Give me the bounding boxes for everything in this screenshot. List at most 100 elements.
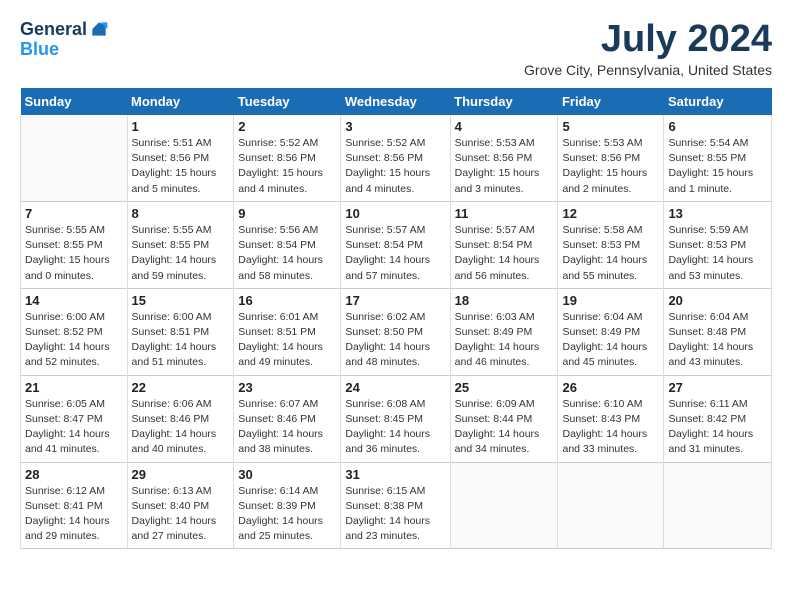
cell-week3-day0: 14 Sunrise: 6:00 AMSunset: 8:52 PMDayligh… xyxy=(21,288,128,375)
cell-week2-day5: 12Sunrise: 5:58 AMSunset: 8:53 PMDayligh… xyxy=(558,201,664,288)
cell-week4-day2: 23 Sunrise: 6:07 AMSunset: 8:46 PMDayligh… xyxy=(234,375,341,462)
week-row-2: 7Sunrise: 5:55 AMSunset: 8:55 PMDaylight… xyxy=(21,201,772,288)
cell-week2-day6: 13 Sunrise: 5:59 AMSunset: 8:53 PMDayligh… xyxy=(664,201,772,288)
cell-content: Sunrise: 6:06 AMSunset: 8:46 PMDaylight:… xyxy=(132,397,230,458)
day-number: 9 xyxy=(238,206,336,221)
day-number: 30 xyxy=(238,467,336,482)
calendar-table: SundayMondayTuesdayWednesdayThursdayFrid… xyxy=(20,88,772,549)
cell-content: Sunrise: 6:01 AMSunset: 8:51 PMDaylight:… xyxy=(238,310,336,371)
cell-week4-day1: 22 Sunrise: 6:06 AMSunset: 8:46 PMDayligh… xyxy=(127,375,234,462)
cell-week5-day5 xyxy=(558,462,664,549)
cell-content: Sunrise: 6:04 AMSunset: 8:49 PMDaylight:… xyxy=(562,310,659,371)
cell-content: Sunrise: 6:04 AMSunset: 8:48 PMDaylight:… xyxy=(668,310,767,371)
cell-week3-day5: 19Sunrise: 6:04 AMSunset: 8:49 PMDayligh… xyxy=(558,288,664,375)
logo: General Blue xyxy=(20,20,109,60)
cell-content: Sunrise: 6:08 AMSunset: 8:45 PMDaylight:… xyxy=(345,397,445,458)
cell-content: Sunrise: 6:02 AMSunset: 8:50 PMDaylight:… xyxy=(345,310,445,371)
day-number: 4 xyxy=(455,119,554,134)
cell-week1-day0 xyxy=(21,115,128,201)
cell-week5-day0: 28Sunrise: 6:12 AMSunset: 8:41 PMDayligh… xyxy=(21,462,128,549)
cell-week2-day4: 11 Sunrise: 5:57 AMSunset: 8:54 PMDayligh… xyxy=(450,201,558,288)
cell-content: Sunrise: 6:07 AMSunset: 8:46 PMDaylight:… xyxy=(238,397,336,458)
cell-content: Sunrise: 6:03 AMSunset: 8:49 PMDaylight:… xyxy=(455,310,554,371)
cell-content: Sunrise: 5:54 AMSunset: 8:55 PMDaylight:… xyxy=(668,136,767,197)
day-number: 23 xyxy=(238,380,336,395)
week-row-4: 21 Sunrise: 6:05 AMSunset: 8:47 PMDayligh… xyxy=(21,375,772,462)
logo-general-text: General xyxy=(20,20,87,40)
cell-content: Sunrise: 5:56 AMSunset: 8:54 PMDaylight:… xyxy=(238,223,336,284)
cell-week1-day1: 1 Sunrise: 5:51 AMSunset: 8:56 PMDaylight… xyxy=(127,115,234,201)
cell-content: Sunrise: 6:13 AMSunset: 8:40 PMDaylight:… xyxy=(132,484,230,545)
day-number: 12 xyxy=(562,206,659,221)
cell-week1-day2: 2 Sunrise: 5:52 AMSunset: 8:56 PMDaylight… xyxy=(234,115,341,201)
day-number: 16 xyxy=(238,293,336,308)
cell-week2-day1: 8 Sunrise: 5:55 AMSunset: 8:55 PMDaylight… xyxy=(127,201,234,288)
week-row-1: 1 Sunrise: 5:51 AMSunset: 8:56 PMDaylight… xyxy=(21,115,772,201)
logo-icon xyxy=(89,19,109,39)
cell-content: Sunrise: 6:11 AMSunset: 8:42 PMDaylight:… xyxy=(668,397,767,458)
day-number: 15 xyxy=(132,293,230,308)
cell-week3-day2: 16 Sunrise: 6:01 AMSunset: 8:51 PMDayligh… xyxy=(234,288,341,375)
cell-content: Sunrise: 5:52 AMSunset: 8:56 PMDaylight:… xyxy=(238,136,336,197)
cell-week4-day3: 24 Sunrise: 6:08 AMSunset: 8:45 PMDayligh… xyxy=(341,375,450,462)
page-header: General Blue July 2024 Grove City, Penns… xyxy=(20,20,772,78)
cell-content: Sunrise: 6:00 AMSunset: 8:52 PMDaylight:… xyxy=(25,310,123,371)
cell-week5-day2: 30Sunrise: 6:14 AMSunset: 8:39 PMDayligh… xyxy=(234,462,341,549)
cell-content: Sunrise: 6:15 AMSunset: 8:38 PMDaylight:… xyxy=(345,484,445,545)
cell-week5-day1: 29 Sunrise: 6:13 AMSunset: 8:40 PMDayligh… xyxy=(127,462,234,549)
cell-week3-day6: 20 Sunrise: 6:04 AMSunset: 8:48 PMDayligh… xyxy=(664,288,772,375)
day-number: 1 xyxy=(132,119,230,134)
cell-week1-day5: 5 Sunrise: 5:53 AMSunset: 8:56 PMDaylight… xyxy=(558,115,664,201)
cell-content: Sunrise: 5:55 AMSunset: 8:55 PMDaylight:… xyxy=(132,223,230,284)
cell-week5-day6 xyxy=(664,462,772,549)
day-number: 5 xyxy=(562,119,659,134)
cell-week3-day4: 18 Sunrise: 6:03 AMSunset: 8:49 PMDayligh… xyxy=(450,288,558,375)
day-number: 22 xyxy=(132,380,230,395)
day-number: 8 xyxy=(132,206,230,221)
cell-week1-day6: 6 Sunrise: 5:54 AMSunset: 8:55 PMDaylight… xyxy=(664,115,772,201)
header-saturday: Saturday xyxy=(664,88,772,115)
cell-content: Sunrise: 5:53 AMSunset: 8:56 PMDaylight:… xyxy=(562,136,659,197)
cell-week4-day5: 26Sunrise: 6:10 AMSunset: 8:43 PMDayligh… xyxy=(558,375,664,462)
cell-content: Sunrise: 5:53 AMSunset: 8:56 PMDaylight:… xyxy=(455,136,554,197)
day-number: 27 xyxy=(668,380,767,395)
week-row-3: 14 Sunrise: 6:00 AMSunset: 8:52 PMDayligh… xyxy=(21,288,772,375)
cell-week5-day3: 31 Sunrise: 6:15 AMSunset: 8:38 PMDayligh… xyxy=(341,462,450,549)
cell-content: Sunrise: 5:59 AMSunset: 8:53 PMDaylight:… xyxy=(668,223,767,284)
logo-blue-text: Blue xyxy=(20,40,109,60)
header-wednesday: Wednesday xyxy=(341,88,450,115)
cell-week1-day4: 4 Sunrise: 5:53 AMSunset: 8:56 PMDaylight… xyxy=(450,115,558,201)
day-number: 14 xyxy=(25,293,123,308)
header-friday: Friday xyxy=(558,88,664,115)
day-number: 25 xyxy=(455,380,554,395)
cell-content: Sunrise: 5:57 AMSunset: 8:54 PMDaylight:… xyxy=(345,223,445,284)
cell-week2-day0: 7Sunrise: 5:55 AMSunset: 8:55 PMDaylight… xyxy=(21,201,128,288)
day-number: 31 xyxy=(345,467,445,482)
header-monday: Monday xyxy=(127,88,234,115)
day-number: 6 xyxy=(668,119,767,134)
cell-week4-day4: 25Sunrise: 6:09 AMSunset: 8:44 PMDayligh… xyxy=(450,375,558,462)
header-sunday: Sunday xyxy=(21,88,128,115)
day-number: 18 xyxy=(455,293,554,308)
day-number: 11 xyxy=(455,206,554,221)
day-number: 2 xyxy=(238,119,336,134)
cell-content: Sunrise: 5:51 AMSunset: 8:56 PMDaylight:… xyxy=(132,136,230,197)
day-number: 26 xyxy=(562,380,659,395)
day-number: 21 xyxy=(25,380,123,395)
header-row: SundayMondayTuesdayWednesdayThursdayFrid… xyxy=(21,88,772,115)
cell-content: Sunrise: 5:55 AMSunset: 8:55 PMDaylight:… xyxy=(25,223,123,284)
title-block: July 2024 Grove City, Pennsylvania, Unit… xyxy=(524,20,772,78)
day-number: 13 xyxy=(668,206,767,221)
day-number: 17 xyxy=(345,293,445,308)
cell-content: Sunrise: 6:05 AMSunset: 8:47 PMDaylight:… xyxy=(25,397,123,458)
cell-week2-day3: 10Sunrise: 5:57 AMSunset: 8:54 PMDayligh… xyxy=(341,201,450,288)
day-number: 29 xyxy=(132,467,230,482)
cell-content: Sunrise: 6:00 AMSunset: 8:51 PMDaylight:… xyxy=(132,310,230,371)
header-tuesday: Tuesday xyxy=(234,88,341,115)
cell-week3-day3: 17 Sunrise: 6:02 AMSunset: 8:50 PMDayligh… xyxy=(341,288,450,375)
day-number: 24 xyxy=(345,380,445,395)
cell-content: Sunrise: 5:57 AMSunset: 8:54 PMDaylight:… xyxy=(455,223,554,284)
cell-week3-day1: 15 Sunrise: 6:00 AMSunset: 8:51 PMDayligh… xyxy=(127,288,234,375)
day-number: 20 xyxy=(668,293,767,308)
cell-week1-day3: 3Sunrise: 5:52 AMSunset: 8:56 PMDaylight… xyxy=(341,115,450,201)
